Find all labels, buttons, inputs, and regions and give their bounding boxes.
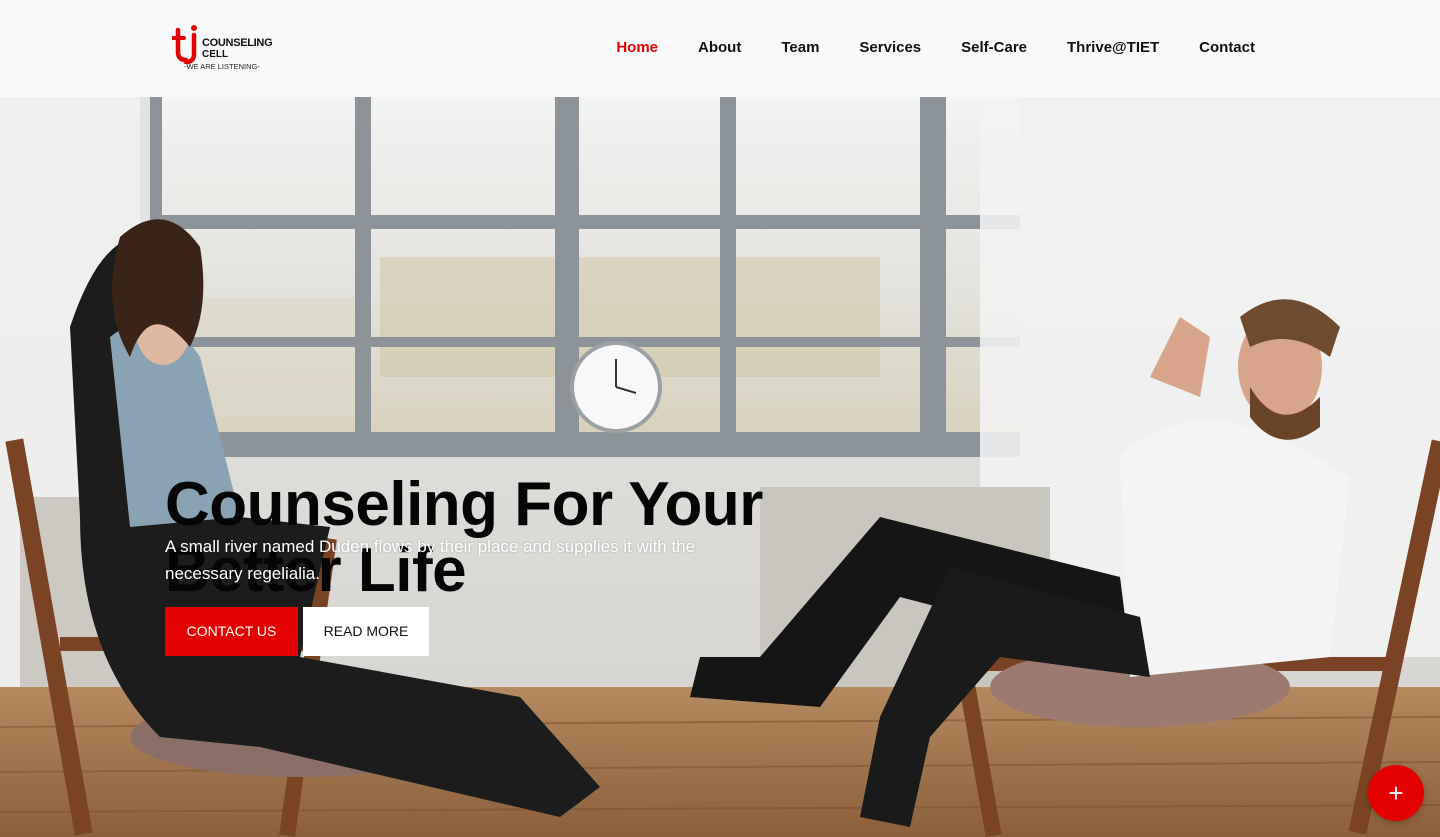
logo-tagline: -WE ARE LISTENING-	[184, 62, 260, 71]
nav-item-services: Services	[859, 39, 921, 57]
logo-subname: CELL	[202, 49, 229, 60]
nav-item-team: Team	[781, 39, 819, 57]
main-nav: Home About Team Services Self-Care Thriv…	[616, 39, 1255, 57]
hero-background-image	[0, 97, 1440, 837]
nav-link-contact[interactable]: Contact	[1199, 39, 1255, 56]
nav-link-team[interactable]: Team	[781, 39, 819, 56]
read-more-button[interactable]: READ MORE	[303, 607, 429, 656]
logo-name: COUNSELING	[202, 37, 273, 49]
hero-section: Counseling For Your Better Life	[0, 97, 1440, 837]
nav-item-contact: Contact	[1199, 39, 1255, 57]
site-logo[interactable]: COUNSELING CELL -WE ARE LISTENING-	[172, 24, 282, 74]
nav-item-home: Home	[616, 39, 658, 57]
nav-link-services[interactable]: Services	[859, 39, 921, 56]
floating-action-button[interactable]: +	[1368, 765, 1424, 821]
nav-item-about: About	[698, 39, 741, 57]
hero-subtitle: A small river named Duden flows by their…	[165, 537, 696, 583]
nav-link-thrive[interactable]: Thrive@TIET	[1067, 39, 1159, 56]
hero-title-line-1: Counseling For Your	[165, 470, 763, 539]
nav-link-self-care[interactable]: Self-Care	[961, 39, 1027, 56]
plus-icon: +	[1388, 778, 1404, 808]
nav-link-about[interactable]: About	[698, 39, 741, 56]
logo-mark-icon	[172, 25, 197, 64]
nav-item-thrive: Thrive@TIET	[1067, 39, 1159, 57]
nav-item-self-care: Self-Care	[961, 39, 1027, 57]
contact-us-button[interactable]: CONTACT US	[165, 607, 298, 656]
navbar: COUNSELING CELL -WE ARE LISTENING- Home …	[0, 0, 1440, 97]
nav-link-home[interactable]: Home	[616, 39, 658, 56]
